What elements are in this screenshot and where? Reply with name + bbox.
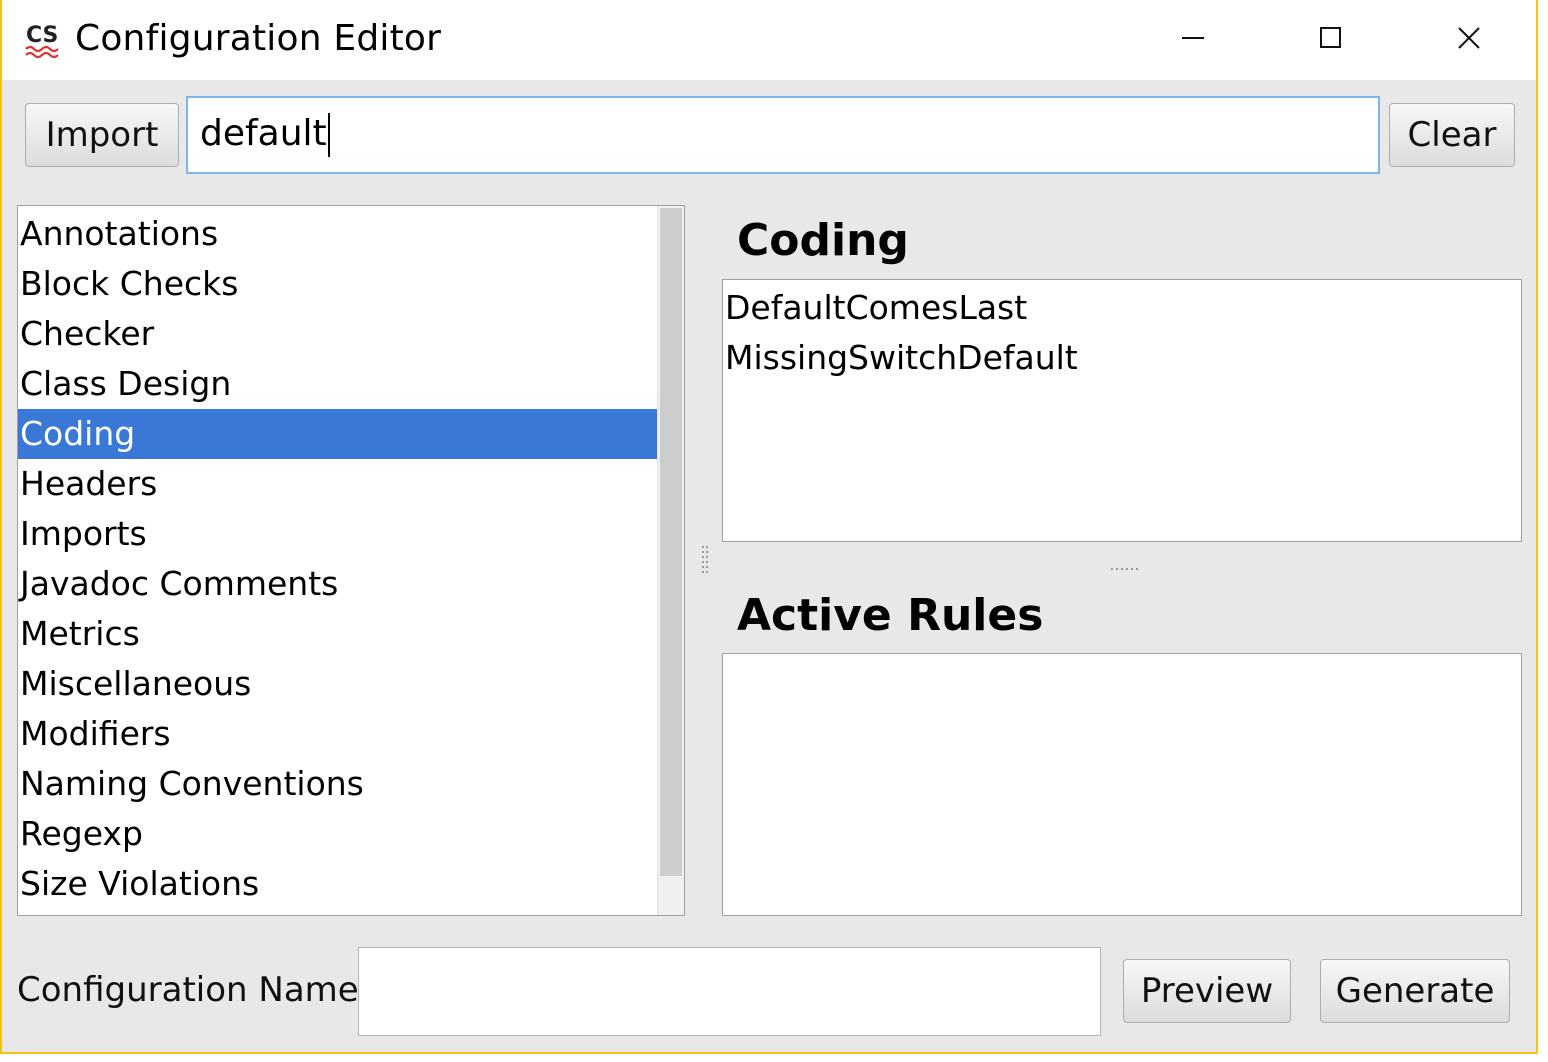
- category-list[interactable]: Annotations Block Checks Checker Class D…: [17, 205, 685, 916]
- minimize-icon: [1182, 37, 1204, 39]
- category-item-annotations[interactable]: Annotations: [18, 209, 658, 259]
- vertical-split-grip-icon[interactable]: [701, 545, 709, 579]
- checkstyle-app-icon: CS: [24, 20, 64, 60]
- category-item-block-checks[interactable]: Block Checks: [18, 259, 658, 309]
- search-input[interactable]: default: [186, 96, 1380, 174]
- category-item-modifiers[interactable]: Modifiers: [18, 709, 658, 759]
- active-rules-list[interactable]: [722, 653, 1522, 916]
- rule-item-defaultcomeslast[interactable]: DefaultComesLast: [723, 283, 1521, 333]
- category-item-miscellaneous[interactable]: Miscellaneous: [18, 659, 658, 709]
- rules-list[interactable]: DefaultComesLast MissingSwitchDefault: [722, 279, 1522, 542]
- import-button[interactable]: Import: [25, 103, 179, 167]
- minimize-button[interactable]: [1130, 0, 1258, 76]
- category-item-metrics[interactable]: Metrics: [18, 609, 658, 659]
- generate-button[interactable]: Generate: [1320, 959, 1510, 1023]
- svg-text:CS: CS: [26, 23, 58, 48]
- category-item-coding[interactable]: Coding: [18, 409, 658, 459]
- text-caret: [327, 113, 330, 157]
- maximize-icon: [1320, 27, 1341, 48]
- category-item-size-violations[interactable]: Size Violations: [18, 859, 658, 909]
- rule-item-missingswitchdefault[interactable]: MissingSwitchDefault: [723, 333, 1521, 383]
- configuration-editor-window: CS Configuration Editor Import default C…: [0, 0, 1538, 1054]
- category-item-checker[interactable]: Checker: [18, 309, 658, 359]
- close-icon: [1458, 27, 1480, 49]
- category-item-javadoc-comments[interactable]: Javadoc Comments: [18, 559, 658, 609]
- category-item-headers[interactable]: Headers: [18, 459, 658, 509]
- category-list-scrollbar[interactable]: [657, 206, 684, 915]
- preview-button[interactable]: Preview: [1123, 959, 1291, 1023]
- maximize-button[interactable]: [1267, 0, 1395, 76]
- category-item-imports[interactable]: Imports: [18, 509, 658, 559]
- title-bar[interactable]: CS Configuration Editor: [2, 0, 1536, 80]
- active-rules-heading: Active Rules: [737, 590, 1044, 641]
- close-button[interactable]: [1405, 0, 1533, 76]
- window-title: Configuration Editor: [75, 18, 442, 59]
- search-input-value: default: [200, 113, 327, 154]
- category-item-regexp[interactable]: Regexp: [18, 809, 658, 859]
- category-item-class-design[interactable]: Class Design: [18, 359, 658, 409]
- configuration-name-label: Configuration Name:: [17, 970, 371, 1010]
- horizontal-split-grip-icon[interactable]: [1110, 557, 1140, 576]
- clear-button[interactable]: Clear: [1389, 103, 1515, 167]
- scrollbar-thumb[interactable]: [660, 208, 682, 876]
- configuration-name-input[interactable]: [358, 947, 1101, 1036]
- rules-heading: Coding: [737, 215, 909, 266]
- category-item-naming-conventions[interactable]: Naming Conventions: [18, 759, 658, 809]
